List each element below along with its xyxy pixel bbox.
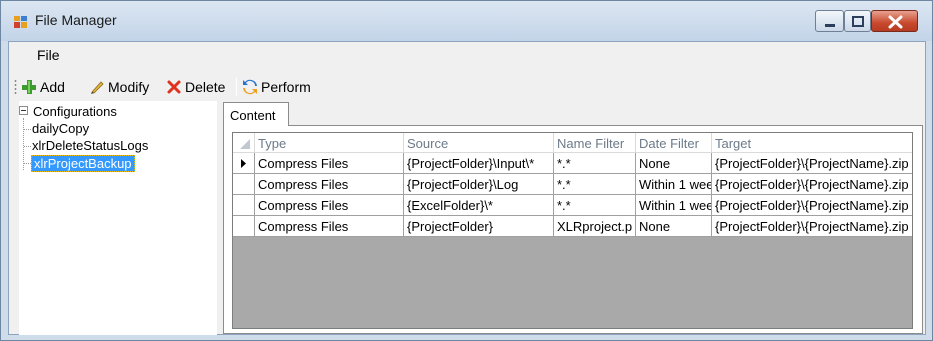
tree-item-xlrprojectbackup[interactable]: xlrProjectBackup: [31, 155, 135, 172]
cell-type[interactable]: Compress Files: [255, 216, 404, 237]
delete-label: Delete: [185, 79, 226, 95]
perform-button[interactable]: Perform: [242, 77, 311, 97]
toolbar-grip[interactable]: [14, 79, 17, 95]
corner-triangle-icon: [240, 139, 250, 149]
title-bar[interactable]: File Manager: [1, 1, 932, 41]
maximize-icon: [852, 16, 864, 27]
cell-target[interactable]: {ProjectFolder}\{ProjectName}.zip: [712, 174, 912, 195]
cell-target[interactable]: {ProjectFolder}\{ProjectName}.zip: [712, 195, 912, 216]
pencil-icon: [91, 81, 104, 94]
row-header[interactable]: [233, 174, 255, 195]
app-window-icon: [14, 16, 27, 28]
close-icon: [888, 15, 903, 29]
toolbar-separator: [236, 78, 237, 96]
cell-type[interactable]: Compress Files: [255, 174, 404, 195]
content-grid[interactable]: Type Source Name Filter Date Filter Targ…: [232, 132, 913, 329]
close-button[interactable]: [871, 10, 918, 32]
cell-date-filter[interactable]: Within 1 wee: [636, 174, 712, 195]
client-area: File Add Modify Delete Perform Configura…: [8, 41, 926, 335]
column-header-type[interactable]: Type: [255, 133, 404, 153]
cell-date-filter[interactable]: None: [636, 153, 712, 174]
tab-content[interactable]: Content: [223, 102, 289, 126]
add-button[interactable]: Add: [21, 77, 65, 97]
minimize-button[interactable]: [815, 10, 844, 32]
tab-panel-content: Type Source Name Filter Date Filter Targ…: [223, 125, 923, 334]
tree-connector: [24, 163, 31, 164]
maximize-button[interactable]: [844, 10, 871, 32]
row-header[interactable]: [233, 195, 255, 216]
cell-name-filter[interactable]: XLRproject.p: [554, 216, 636, 237]
menu-bar: File: [9, 42, 925, 66]
tree-connector: [24, 129, 31, 130]
column-header-name-filter[interactable]: Name Filter: [554, 133, 636, 153]
plus-icon: [22, 80, 36, 94]
modify-label: Modify: [108, 79, 150, 95]
x-delete-icon: [167, 80, 181, 94]
cell-name-filter[interactable]: *.*: [554, 153, 636, 174]
toolbar: Add Modify Delete Perform: [9, 75, 925, 99]
cell-source[interactable]: {ProjectFolder}\Input\*: [404, 153, 554, 174]
cell-target[interactable]: {ProjectFolder}\{ProjectName}.zip: [712, 216, 912, 237]
cell-name-filter[interactable]: *.*: [554, 195, 636, 216]
column-header-source[interactable]: Source: [404, 133, 554, 153]
delete-button[interactable]: Delete: [166, 77, 225, 97]
tree-connector: [24, 146, 31, 147]
file-manager-window: File Manager File Add Modify Delete Perf…: [0, 0, 933, 341]
modify-button[interactable]: Modify: [89, 77, 149, 97]
cell-source[interactable]: {ProjectFolder}\Log: [404, 174, 554, 195]
refresh-icon: [243, 79, 257, 95]
grid-header: Type Source Name Filter Date Filter Targ…: [233, 133, 912, 153]
cell-type[interactable]: Compress Files: [255, 195, 404, 216]
row-header[interactable]: [233, 153, 255, 174]
cell-type[interactable]: Compress Files: [255, 153, 404, 174]
column-header-date-filter[interactable]: Date Filter: [636, 133, 712, 153]
cell-source[interactable]: {ExcelFolder}\*: [404, 195, 554, 216]
collapse-icon[interactable]: [19, 106, 28, 115]
current-row-arrow-icon: [241, 159, 246, 168]
tab-control: Content Type Source Name Filter Date Fil…: [223, 102, 923, 334]
table-row[interactable]: Compress Files {ExcelFolder}\* *.* Withi…: [233, 195, 912, 216]
table-row[interactable]: Compress Files {ProjectFolder} XLRprojec…: [233, 216, 912, 237]
row-header[interactable]: [233, 216, 255, 237]
cell-name-filter[interactable]: *.*: [554, 174, 636, 195]
table-row[interactable]: Compress Files {ProjectFolder}\Log *.* W…: [233, 174, 912, 195]
tree-root-configurations[interactable]: Configurations: [33, 104, 117, 119]
add-label: Add: [40, 79, 65, 95]
cell-date-filter[interactable]: None: [636, 216, 712, 237]
cell-date-filter[interactable]: Within 1 wee: [636, 195, 712, 216]
perform-label: Perform: [261, 79, 311, 95]
menu-file[interactable]: File: [33, 47, 64, 63]
window-title: File Manager: [35, 12, 117, 28]
tree-item-dailycopy[interactable]: dailyCopy: [32, 121, 89, 136]
tree-item-xlrdeletestatuslogs[interactable]: xlrDeleteStatusLogs: [32, 138, 148, 153]
minimize-icon: [825, 24, 835, 27]
table-row[interactable]: Compress Files {ProjectFolder}\Input\* *…: [233, 153, 912, 174]
cell-target[interactable]: {ProjectFolder}\{ProjectName}.zip: [712, 153, 912, 174]
configurations-tree[interactable]: Configurations dailyCopy xlrDeleteStatus…: [19, 101, 217, 335]
cell-source[interactable]: {ProjectFolder}: [404, 216, 554, 237]
select-all-corner[interactable]: [233, 133, 255, 153]
column-header-target[interactable]: Target: [712, 133, 912, 153]
